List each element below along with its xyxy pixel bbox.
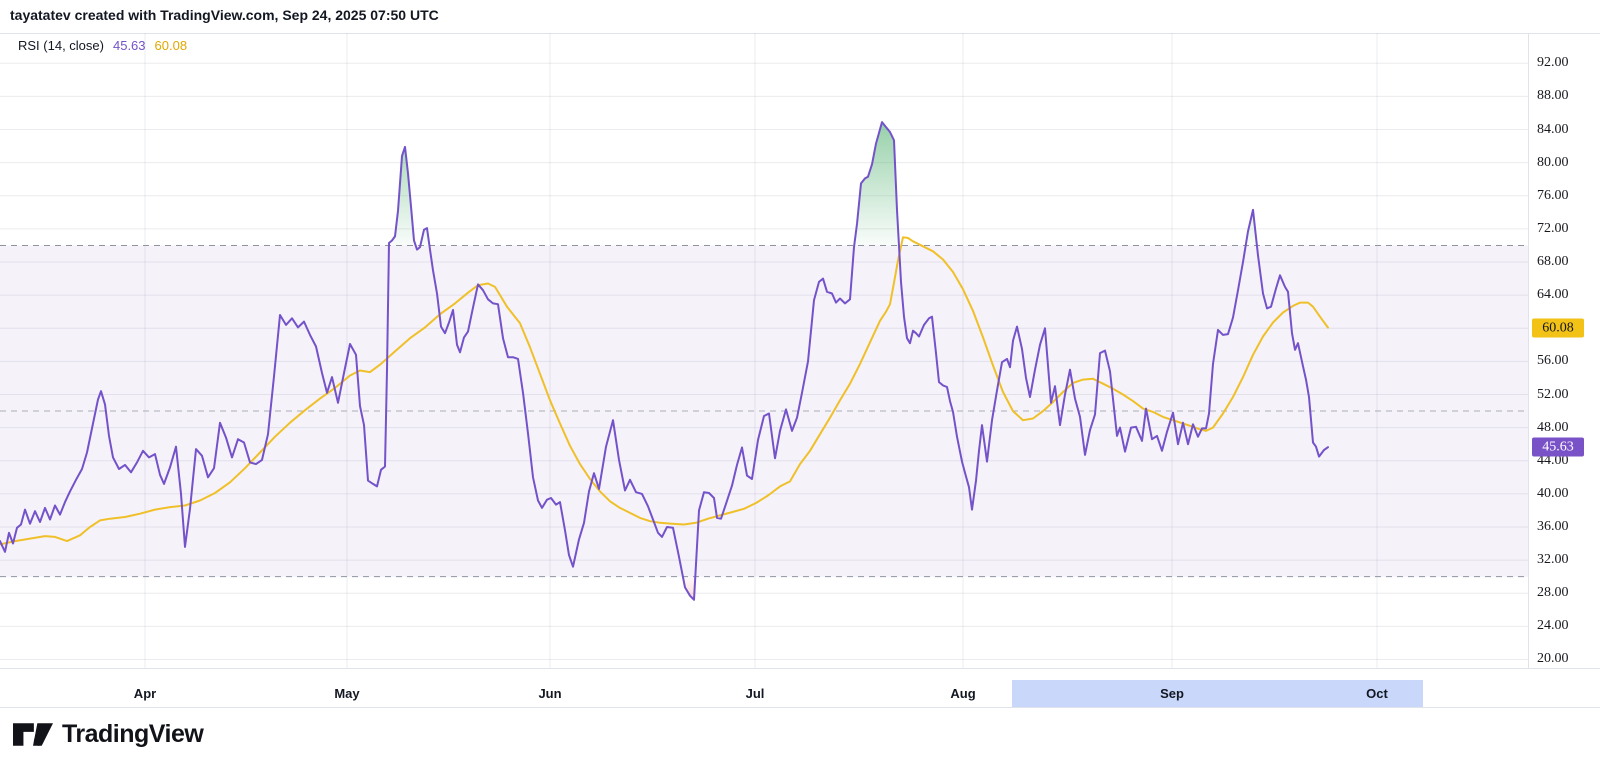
time-axis-label-oct: Oct: [1366, 686, 1388, 701]
price-axis-label: 52.00: [1537, 386, 1569, 402]
price-axis-label: 84.00: [1537, 121, 1569, 137]
price-axis-label: 32.00: [1537, 552, 1569, 568]
price-axis-label: 80.00: [1537, 154, 1569, 170]
rsi-value-badge: 45.63: [1532, 437, 1584, 457]
price-axis-label: 24.00: [1537, 618, 1569, 634]
price-axis-label: 56.00: [1537, 353, 1569, 369]
time-axis-label-may: May: [334, 686, 360, 701]
ma-value-badge: 60.08: [1532, 318, 1584, 338]
time-axis-label-sep: Sep: [1160, 686, 1184, 701]
price-axis-label: 36.00: [1537, 518, 1569, 534]
price-axis-label: 76.00: [1537, 187, 1569, 203]
indicator-legend[interactable]: RSI (14, close) 45.63 60.08: [18, 38, 187, 53]
chart-plot-area[interactable]: [0, 0, 1600, 778]
price-axis-label: 28.00: [1537, 585, 1569, 601]
time-axis-label-apr: Apr: [133, 686, 157, 701]
price-axis-label: 40.00: [1537, 485, 1569, 501]
indicator-legend-title: RSI (14, close): [18, 38, 104, 53]
time-axis[interactable]: Apr May Jun Jul Aug Sep Oct: [0, 669, 1600, 707]
tradingview-snapshot: tayatatev created with TradingView.com, …: [0, 0, 1600, 778]
price-axis[interactable]: 92.00 88.00 84.00 80.00 76.00 72.00 68.00 64.00…: [1529, 33, 1600, 668]
price-axis-label: 64.00: [1537, 287, 1569, 303]
time-axis-label-jul: Jul: [745, 686, 765, 701]
price-axis-label: 68.00: [1537, 254, 1569, 270]
indicator-legend-ma-value: 60.08: [154, 38, 188, 53]
price-axis-label: 72.00: [1537, 220, 1569, 236]
tradingview-logo-icon: [13, 723, 53, 746]
price-axis-label: 92.00: [1537, 55, 1569, 71]
tradingview-wordmark: TradingView: [62, 720, 204, 748]
indicator-legend-rsi-value: 45.63: [112, 38, 146, 53]
time-axis-label-aug: Aug: [950, 686, 976, 701]
time-axis-label-jun: Jun: [538, 686, 562, 701]
footer: TradingView: [0, 708, 1600, 778]
price-axis-label: 48.00: [1537, 419, 1569, 435]
tradingview-logo[interactable]: TradingView: [13, 720, 204, 749]
price-axis-label: 88.00: [1537, 88, 1569, 104]
price-axis-label: 20.00: [1537, 651, 1569, 667]
time-axis-highlight: [1012, 680, 1423, 707]
